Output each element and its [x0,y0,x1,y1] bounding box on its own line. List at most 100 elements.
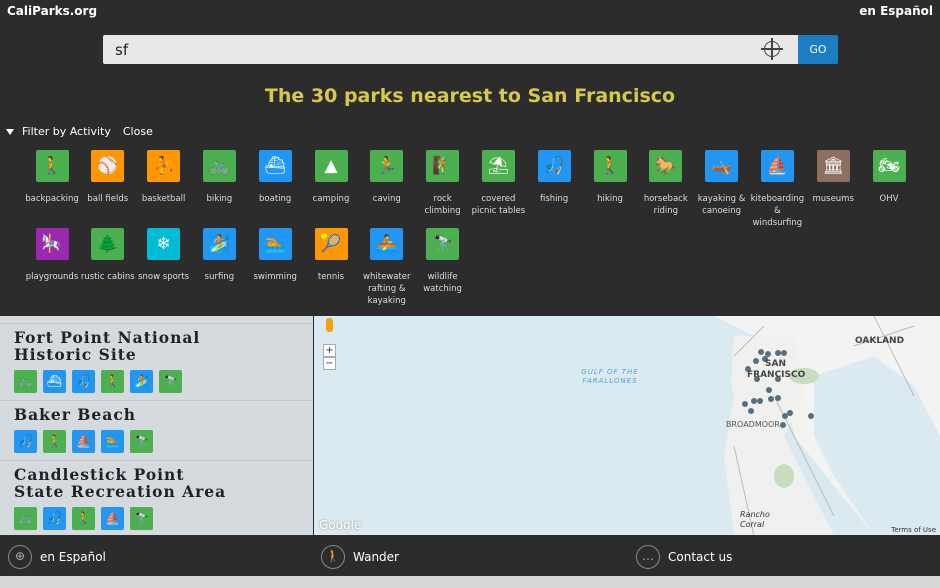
activity-filter-kayaking-canoeing[interactable]: 🛶 kayaking & canoeing [694,150,750,217]
activity-filter-ball-fields[interactable]: ⚾ ball fields [80,150,136,205]
activity-filter-covered-picnic-tables[interactable]: ⛱ covered picnic tables [470,150,526,217]
activity-icon: 🧗 [426,150,460,182]
pegman-icon[interactable] [326,318,333,332]
activity-filter-backpacking[interactable]: 🚶 backpacking [24,150,80,205]
activity-label: playgrounds [25,272,79,282]
park-marker[interactable] [748,408,754,414]
activity-icon: 🚶 [35,150,69,182]
activity-filter-snow-sports[interactable]: ❄ snow sports [136,228,192,283]
park-partial[interactable] [0,316,313,324]
map-label-oakland: OAKLAND [855,336,905,346]
activity-filter-tennis[interactable]: 🎾 tennis [303,228,359,283]
activity-label: rock climbing [424,194,461,216]
activity-filter-playgrounds[interactable]: 🎠 playgrounds [24,228,80,283]
park-marker[interactable] [753,358,759,364]
activity-filter-horseback-riding[interactable]: 🐎 horseback riding [638,150,694,217]
footer-contact-label: Contact us [668,550,733,564]
activity-filter-whitewater-rafting-kayaking[interactable]: 🚣 whitewater rafting & kayaking [359,228,415,307]
activity-icon: 🚲 [202,150,236,182]
activity-filter-kiteboarding-windsurfing[interactable]: ⛵ kiteboarding & windsurfing [749,150,805,229]
map-canvas [614,316,940,535]
activity-icon: 🎣 [537,150,571,182]
park-activity-icon: 🚶 [72,507,95,530]
activity-icon: 🏄 [202,228,236,260]
footer-wander-link[interactable]: 🚶 Wander [321,545,399,569]
footer: ⊕ en Español 🚶 Wander … Contact us [0,535,940,576]
park-activity-icon: 🚲 [14,370,37,393]
footer-contact-link[interactable]: … Contact us [636,545,732,569]
activity-label: tennis [317,272,345,282]
activity-label: horseback riding [643,194,688,216]
activity-icon: ⛱ [481,150,515,182]
park-marker[interactable] [781,350,787,356]
activity-icon: 🛶 [705,150,739,182]
park-item[interactable]: Baker Beach 🎣 🚶 ⛵ 🏊 🔭 [0,401,313,461]
map-label-broadmoor: BROADMOOR [726,420,780,429]
park-activity-icon: 🏄 [130,370,153,393]
filter-label[interactable]: Filter by Activity [22,125,111,138]
park-marker[interactable] [768,396,774,402]
activity-filter-basketball[interactable]: ⛹ basketball [136,150,192,205]
activity-label: covered picnic tables [471,194,526,216]
park-item[interactable]: Candlestick Point State Recreation Area 🚲… [0,461,313,535]
activity-filter-swimming[interactable]: 🏊 swimming [247,228,303,283]
park-name[interactable]: Candlestick Point State Recreation Area [14,466,234,500]
activity-filter-museums[interactable]: 🏛 museums [805,150,861,205]
activity-icon: 🏛 [816,150,850,182]
activity-filter-rustic-cabins[interactable]: 🌲 rustic cabins [80,228,136,283]
park-marker[interactable] [766,387,772,393]
park-marker[interactable] [758,349,764,355]
park-item[interactable]: Fort Point National Historic Site 🚲 ⛴ 🎣 🚶 🏄 🔭 [0,324,313,401]
site-logo[interactable]: CaliParks.org [7,4,97,18]
activity-filter-fishing[interactable]: 🎣 fishing [526,150,582,205]
activity-filter-wildlife-watching[interactable]: 🔭 wildlife watching [415,228,471,295]
activity-filter-caving[interactable]: 🏃 caving [359,150,415,205]
park-name[interactable]: Baker Beach [14,406,234,423]
language-link[interactable]: en Español [859,4,933,18]
activity-icon: ▲ [314,150,348,182]
activity-label: rustic cabins [80,272,135,282]
filter-close-link[interactable]: Close [123,125,153,138]
activity-filter-surfing[interactable]: 🏄 surfing [191,228,247,283]
park-activity-icon: 🎣 [43,507,66,530]
park-marker[interactable] [742,401,748,407]
search-input[interactable]: sf [103,35,798,64]
park-marker[interactable] [780,422,786,428]
activity-icon: ❄ [147,228,181,260]
go-button[interactable]: GO [798,35,838,64]
activity-filter-ohv[interactable]: 🏍 OHV [861,150,917,205]
park-name[interactable]: Fort Point National Historic Site [14,329,234,363]
filter-toggle[interactable]: Filter by Activity Close [6,125,153,138]
park-list[interactable]: Fort Point National Historic Site 🚲 ⛴ 🎣 🚶 🏄 🔭 B… [0,316,313,535]
zoom-out-button[interactable]: − [323,357,336,370]
park-activity-icon: 🚶 [101,370,124,393]
activity-filter-biking[interactable]: 🚲 biking [191,150,247,205]
footer-wander-label: Wander [353,550,399,564]
park-marker[interactable] [787,410,793,416]
locate-icon[interactable] [761,38,783,60]
map-terms-link[interactable]: Terms of Use [891,526,936,534]
activity-label: surfing [204,272,235,282]
activity-filter-hiking[interactable]: 🚶 hiking [582,150,638,205]
activity-icon: 🏊 [258,228,292,260]
park-marker[interactable] [808,413,814,419]
footer-spanish-link[interactable]: ⊕ en Español [8,545,106,569]
park-marker[interactable] [775,395,781,401]
park-activity-icon: 🏊 [101,430,124,453]
zoom-in-button[interactable]: + [323,344,336,357]
activity-label: hiking [597,194,623,204]
activity-filter-rock-climbing[interactable]: 🧗 rock climbing [415,150,471,217]
activity-icon: ⛵ [760,150,794,182]
activity-label: whitewater rafting & kayaking [363,272,411,306]
park-marker[interactable] [757,398,763,404]
activity-filter-camping[interactable]: ▲ camping [303,150,359,205]
activity-icon: 🔭 [426,228,460,260]
park-activity-icon: 🔭 [130,430,153,453]
activity-label: ball fields [87,194,129,204]
activity-label: caving [372,194,401,204]
activity-label: snow sports [138,272,190,282]
map[interactable]: OAKLAND SAN FRANCISCO GULF OF THE FARALL… [314,316,940,535]
activity-filter-boating[interactable]: ⛴ boating [247,150,303,205]
results-title: The 30 parks nearest to San Francisco [264,85,676,107]
park-activity-icon: 🎣 [14,430,37,453]
